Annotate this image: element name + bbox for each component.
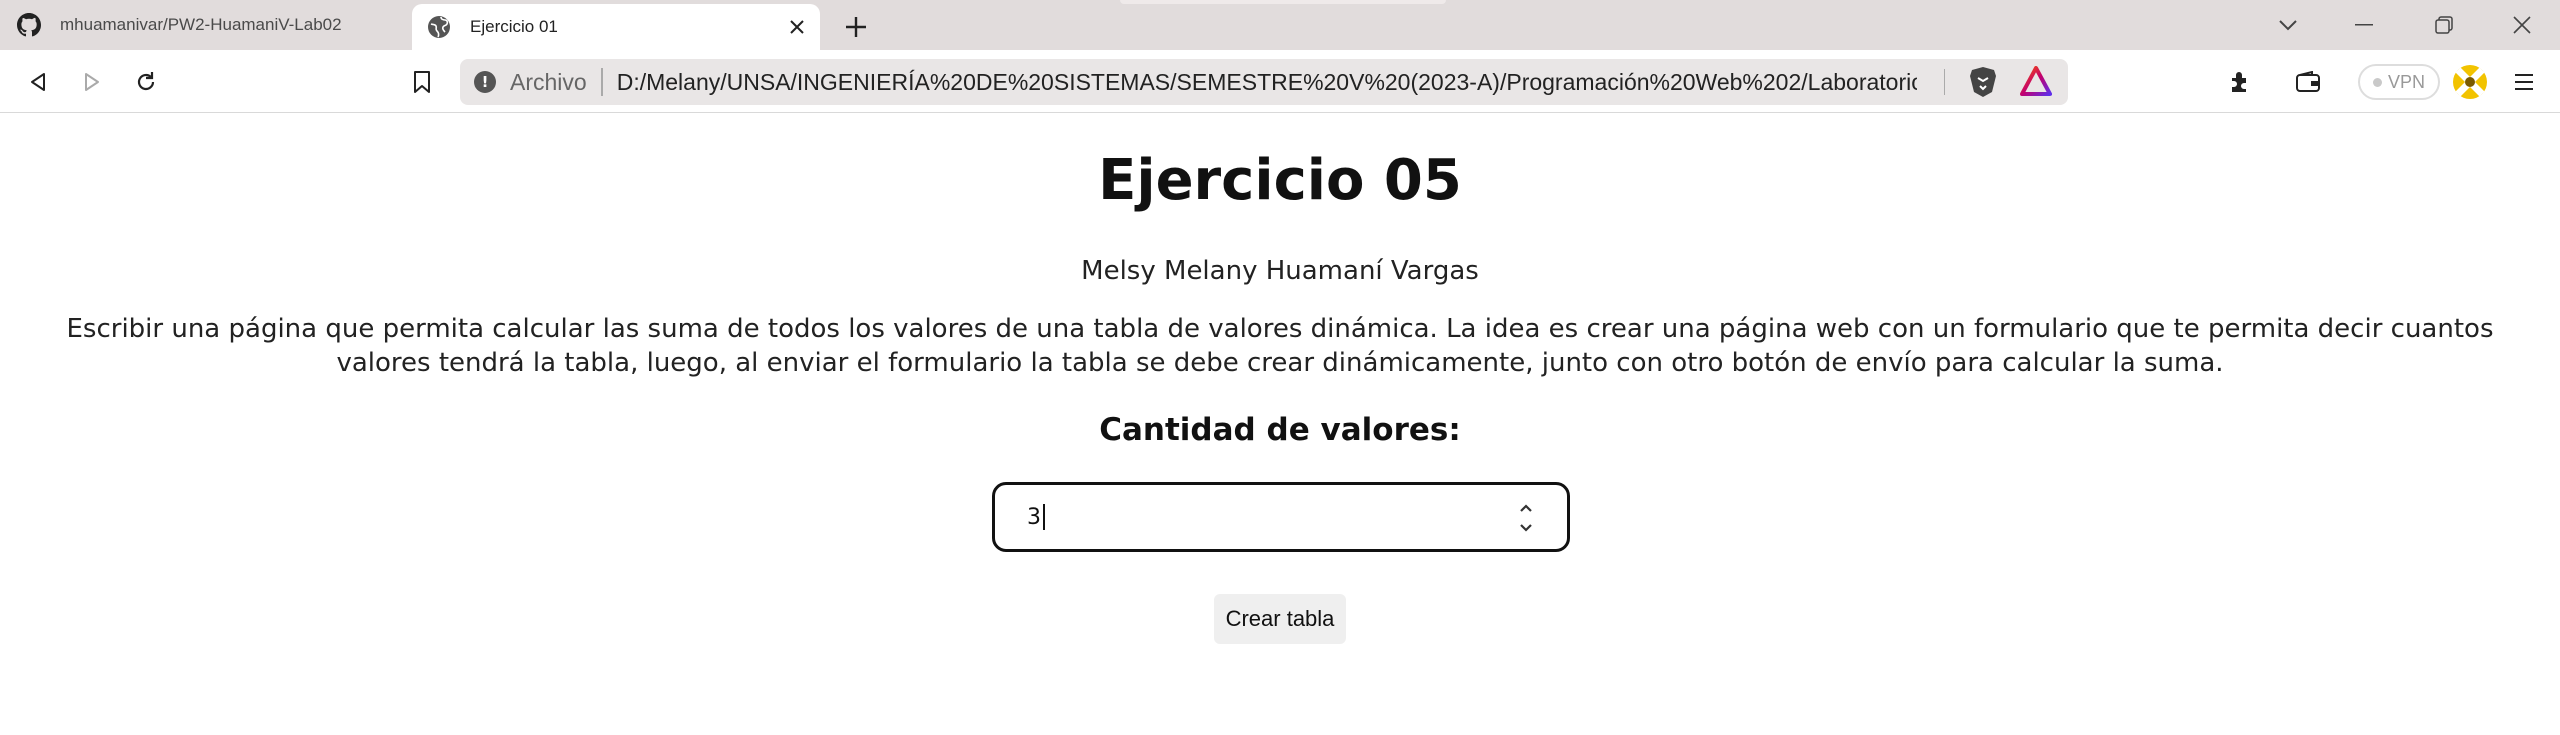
create-table-button[interactable]: Crear tabla <box>1214 594 1346 644</box>
globe-icon <box>426 14 452 40</box>
tab-github[interactable]: mhuamanivar/PW2-HuamaniV-Lab02 <box>0 0 408 50</box>
spin-down-icon[interactable] <box>1519 523 1533 533</box>
tab-title: mhuamanivar/PW2-HuamaniV-Lab02 <box>60 15 342 34</box>
minimize-icon[interactable] <box>2344 5 2384 45</box>
vpn-status-dot <box>2372 77 2382 87</box>
info-icon[interactable]: ! <box>474 71 496 93</box>
tab-ejercicio[interactable]: Ejercicio 01 <box>412 4 820 50</box>
tab-strip: mhuamanivar/PW2-HuamaniV-Lab02 Ejercicio… <box>0 0 2560 50</box>
address-divider <box>600 68 603 96</box>
github-icon <box>16 12 42 38</box>
number-spinner[interactable] <box>1517 503 1535 533</box>
menu-icon[interactable] <box>2504 62 2544 102</box>
quantity-label: Cantidad de valores: <box>1099 412 1461 448</box>
omnibox-divider <box>1944 69 1945 95</box>
vpn-label: VPN <box>2387 71 2425 92</box>
address-url[interactable]: D:/Melany/UNSA/INGENIERÍA%20DE%20SISTEMA… <box>617 69 1917 96</box>
quantity-value: 3 <box>1027 504 1041 530</box>
extensions-icon[interactable] <box>2220 62 2260 102</box>
tab-title: Ejercicio 01 <box>470 17 558 36</box>
bookmark-icon[interactable] <box>402 62 442 102</box>
profile-icon[interactable] <box>2450 62 2490 102</box>
brave-rewards-icon[interactable] <box>2020 66 2052 101</box>
back-icon[interactable] <box>18 62 58 102</box>
forward-icon[interactable] <box>72 62 112 102</box>
author-name: Melsy Melany Huamaní Vargas <box>1081 256 1479 286</box>
close-window-icon[interactable] <box>2502 5 2542 45</box>
new-tab-icon[interactable] <box>838 9 874 45</box>
tab-search-icon[interactable] <box>2268 5 2308 45</box>
quantity-input[interactable]: 3 <box>992 482 1570 552</box>
restore-icon[interactable] <box>2424 5 2464 45</box>
page-title: Ejercicio 05 <box>1098 148 1462 213</box>
wallet-icon[interactable] <box>2288 62 2328 102</box>
page-content: Ejercicio 05 Melsy Melany Huamaní Vargas… <box>0 114 2560 735</box>
brave-shields-icon[interactable] <box>1968 66 1998 103</box>
browser-toolbar: ! Archivo D:/Melany/UNSA/INGENIERÍA%20DE… <box>0 50 2560 113</box>
exercise-description: Escribir una página que permita calcular… <box>66 314 2494 378</box>
address-bar[interactable]: ! Archivo D:/Melany/UNSA/INGENIERÍA%20DE… <box>460 59 2068 105</box>
close-tab-icon[interactable] <box>782 12 812 42</box>
spin-up-icon[interactable] <box>1519 503 1533 513</box>
drag-handle <box>1120 0 1446 4</box>
text-caret <box>1043 504 1045 530</box>
address-scheme: Archivo <box>510 68 587 95</box>
reload-icon[interactable] <box>126 62 166 102</box>
vpn-button[interactable]: VPN <box>2358 64 2440 100</box>
